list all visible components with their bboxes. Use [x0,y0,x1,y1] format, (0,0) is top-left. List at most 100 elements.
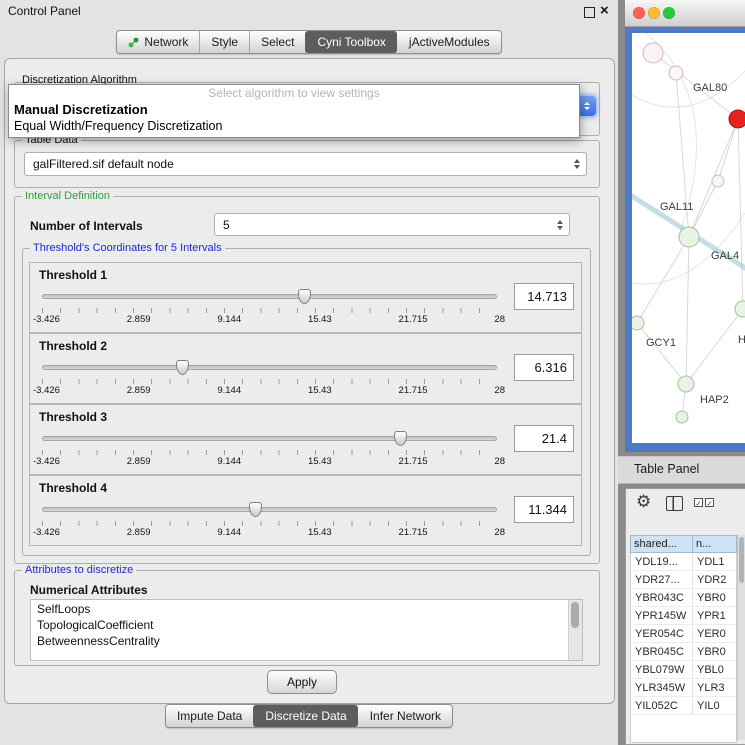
table-cell: YER054C [631,625,693,642]
threshold-value-field[interactable]: 14.713 [514,283,574,310]
tick-label: -3.426 [33,527,60,538]
gear-icon[interactable]: ⚙ [636,492,651,512]
close-icon[interactable]: × [600,2,609,20]
network-node[interactable] [679,227,699,247]
network-view-window: GAL80GAL11GAL4GCY1HAP2H [625,0,745,452]
column-header-name[interactable]: n... [693,535,737,553]
slider-thumb[interactable] [249,502,262,517]
threshold-1-slider[interactable] [42,289,497,305]
table-row[interactable]: YBR043CYBR0 [631,589,736,607]
network-node[interactable] [669,66,683,80]
algorithm-option[interactable]: Manual Discretization [9,102,579,119]
attribute-list-item[interactable]: SelfLoops [31,601,569,617]
tab-label: Cyni Toolbox [317,35,385,49]
zoom-traffic-light[interactable] [663,7,675,19]
slider-thumb[interactable] [394,431,407,446]
threshold-value-field[interactable]: 6.316 [514,354,574,381]
apply-button[interactable]: Apply [267,670,337,694]
attributes-scrollbar[interactable] [568,600,582,660]
network-edge[interactable] [686,237,689,384]
network-edge[interactable] [637,323,686,384]
network-edge[interactable] [686,309,743,384]
network-node[interactable] [632,316,644,330]
attribute-list-item[interactable]: TopologicalCoefficient [31,617,569,633]
tab-cyni-toolbox[interactable]: Cyni Toolbox [305,31,396,53]
table-cell: YIL0 [693,697,736,714]
columns-icon[interactable] [666,496,683,511]
network-node[interactable] [643,43,663,63]
control-panel-window: Control Panel × NetworkStyleSelectCyni T… [0,0,619,745]
table-row[interactable]: YER054CYER0 [631,625,736,643]
attribute-list-item[interactable]: BetweennessCentrality [31,633,569,649]
tick-label: 15.43 [308,314,332,325]
scrollbar-thumb[interactable] [571,602,579,628]
checkbox-icon[interactable]: ✓ [694,498,703,507]
number-of-intervals-combo[interactable]: 5 [214,213,570,236]
table-body: YDL19...YDL1YDR27...YDR2YBR043CYBR0YPR14… [630,553,737,743]
table-scrollbar[interactable] [737,535,745,740]
threshold-2-slider[interactable] [42,360,497,376]
table-row[interactable]: YBL079WYBL0 [631,661,736,679]
threshold-value-field[interactable]: 11.344 [514,496,574,523]
tick-label: 28 [494,385,505,396]
slider-track[interactable] [42,294,497,299]
tick-label: 28 [494,314,505,325]
tab-network[interactable]: Network [117,31,199,53]
slider-tick-labels: -3.4262.8599.14415.4321.71528 [33,314,505,325]
tab-select[interactable]: Select [249,31,305,53]
numerical-attributes-label: Numerical Attributes [30,583,148,597]
slider-track[interactable] [42,365,497,370]
table-panel-title: Table Panel [634,462,699,476]
network-edge[interactable] [637,237,689,323]
slider-track[interactable] [42,507,497,512]
tab-label: Infer Network [370,709,441,723]
checkbox-icon[interactable]: ✓ [705,498,714,507]
tab-impute-data[interactable]: Impute Data [166,705,253,727]
threshold-3-slider[interactable] [42,431,497,447]
float-window-icon[interactable] [584,7,595,18]
table-cell: YIL052C [631,697,693,714]
network-node[interactable] [712,175,724,187]
network-edge[interactable] [738,119,743,309]
table-cell: YBL079W [631,661,693,678]
threshold-2-panel: Threshold 2 -3.4262.8599.14415.4321.7152… [29,333,582,404]
slider-thumb[interactable] [176,360,189,375]
table-cell: YPR145W [631,607,693,624]
threshold-4-slider[interactable] [42,502,497,518]
tab-jactivemodules[interactable]: jActiveModules [397,31,501,53]
table-row[interactable]: YPR145WYPR1 [631,607,736,625]
tick-label: 9.144 [217,527,241,538]
slider-track[interactable] [42,436,497,441]
network-node[interactable] [735,301,745,317]
combo-arrows-icon [557,220,563,230]
scrollbar-thumb[interactable] [739,537,744,583]
arrow-up-icon [584,102,590,105]
table-row[interactable]: YBR045CYBR0 [631,643,736,661]
numerical-attributes-list[interactable]: SelfLoopsTopologicalCoefficientBetweenne… [30,599,583,661]
table-row[interactable]: YIL052CYIL0 [631,697,736,715]
table-row[interactable]: YDL19...YDL1 [631,553,736,571]
slider-ticks [42,308,497,313]
network-edge[interactable] [718,119,738,181]
minimize-traffic-light[interactable] [648,7,660,19]
network-node[interactable] [676,411,688,423]
column-header-shared-name[interactable]: shared... [630,535,693,553]
table-row[interactable]: YDR27...YDR2 [631,571,736,589]
table-cell: YBR045C [631,643,693,660]
network-node[interactable] [678,376,694,392]
table-data-combo[interactable]: galFiltered.sif default node [24,152,587,176]
table-cell: YLR345W [631,679,693,696]
threshold-value-field[interactable]: 21.4 [514,425,574,452]
tab-style[interactable]: Style [199,31,249,53]
tab-infer-network[interactable]: Infer Network [358,705,452,727]
threshold-3-panel: Threshold 3 -3.4262.8599.14415.4321.7152… [29,404,582,475]
threshold-label: Threshold 1 [39,268,107,282]
network-canvas[interactable]: GAL80GAL11GAL4GCY1HAP2H [632,33,745,443]
algorithm-option[interactable]: Equal Width/Frequency Discretization [9,119,579,135]
network-node[interactable] [729,110,745,128]
table-cell: YPR1 [693,607,736,624]
tab-discretize-data[interactable]: Discretize Data [253,705,357,727]
close-traffic-light[interactable] [633,7,645,19]
slider-thumb[interactable] [298,289,311,304]
table-row[interactable]: YLR345WYLR3 [631,679,736,697]
